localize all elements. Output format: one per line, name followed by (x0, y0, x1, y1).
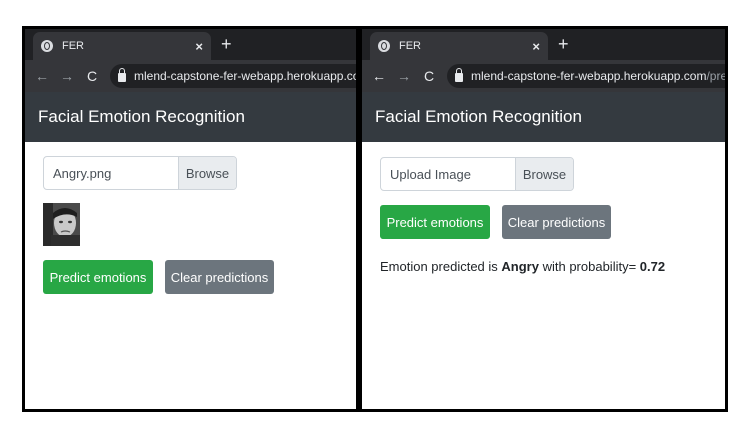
reload-icon[interactable]: C (85, 68, 99, 84)
app-navbar: Facial Emotion Recognition (362, 92, 725, 142)
url-field[interactable]: mlend-capstone-fer-webapp.herokuapp.com (110, 64, 356, 88)
app-title[interactable]: Facial Emotion Recognition (38, 107, 245, 127)
forward-icon[interactable]: → (397, 68, 411, 84)
file-upload-input[interactable]: Angry.png Browse (43, 156, 237, 190)
app-title[interactable]: Facial Emotion Recognition (375, 107, 582, 127)
url-field[interactable]: mlend-capstone-fer-webapp.herokuapp.com … (447, 64, 725, 88)
back-icon[interactable]: ← (35, 68, 49, 84)
page-content: Upload Image Browse Predict emotions Cle… (362, 142, 725, 409)
new-tab-icon[interactable]: + (558, 34, 569, 54)
forward-icon[interactable]: → (60, 68, 74, 84)
tab-title: FER (399, 40, 421, 52)
tab-strip: FER × + (362, 29, 725, 60)
browser-window-left: FER × + ← → C mlend-capstone-fer-webapp.… (22, 26, 359, 412)
lock-icon (118, 68, 126, 82)
file-upload-input[interactable]: Upload Image Browse (380, 157, 574, 191)
page-content: Angry.png Browse Predict emotions Clear … (25, 142, 356, 409)
browse-button[interactable]: Browse (178, 157, 236, 189)
result-prefix: Emotion predicted is (380, 259, 498, 274)
result-probability: 0.72 (639, 259, 666, 274)
address-bar: ← → C mlend-capstone-fer-webapp.herokuap… (362, 60, 725, 92)
predict-emotions-button[interactable]: Predict emotions (380, 205, 490, 239)
browse-button[interactable]: Browse (515, 158, 573, 190)
url-path: /predict (706, 69, 725, 83)
result-mid: with probability= (542, 259, 637, 274)
file-name-label: Angry.png (53, 165, 112, 181)
predict-emotions-button[interactable]: Predict emotions (43, 260, 153, 294)
result-emotion: Angry (501, 259, 539, 274)
clear-predictions-button[interactable]: Clear predictions (502, 205, 611, 239)
back-icon[interactable]: ← (372, 68, 386, 84)
url-host: mlend-capstone-fer-webapp.herokuapp.com (134, 69, 356, 83)
clear-predictions-button[interactable]: Clear predictions (165, 260, 274, 294)
lock-icon (455, 68, 463, 82)
browser-tab[interactable]: FER × (33, 32, 211, 60)
tab-strip: FER × + (25, 29, 356, 60)
uploaded-image-thumbnail (43, 203, 80, 246)
close-tab-icon[interactable]: × (532, 39, 540, 54)
app-navbar: Facial Emotion Recognition (25, 92, 356, 142)
address-bar: ← → C mlend-capstone-fer-webapp.herokuap… (25, 60, 356, 92)
browser-tab[interactable]: FER × (370, 32, 548, 60)
tab-title: FER (62, 40, 84, 52)
new-tab-icon[interactable]: + (221, 34, 232, 54)
globe-icon (41, 40, 53, 52)
globe-icon (378, 40, 390, 52)
url-host: mlend-capstone-fer-webapp.herokuapp.com (471, 69, 707, 83)
face-photo-icon (43, 203, 80, 246)
file-placeholder: Upload Image (390, 166, 471, 182)
prediction-result: Emotion predicted is Angry with probabil… (380, 259, 665, 274)
browser-window-right: FER × + ← → C mlend-capstone-fer-webapp.… (359, 26, 728, 412)
reload-icon[interactable]: C (422, 68, 436, 84)
close-tab-icon[interactable]: × (195, 39, 203, 54)
